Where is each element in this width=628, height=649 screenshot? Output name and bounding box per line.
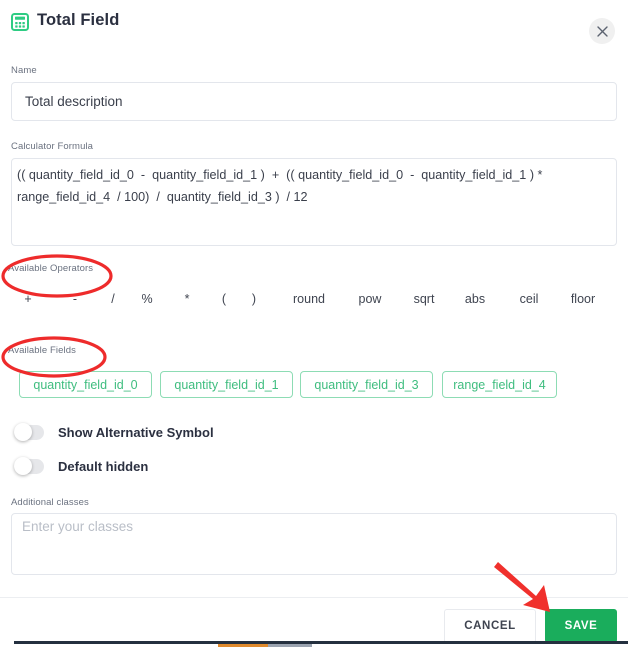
available-fields-label: Available Fields <box>8 345 76 356</box>
additional-classes-placeholder: Enter your classes <box>22 519 134 534</box>
default-hidden-row: Default hidden <box>14 455 148 477</box>
available-fields-row: quantity_field_id_0 quantity_field_id_1 qu… <box>0 371 628 399</box>
operator-3[interactable]: % <box>141 292 152 306</box>
close-icon <box>596 25 608 37</box>
operator-10[interactable]: abs <box>465 292 485 306</box>
default-hidden-label: Default hidden <box>58 458 149 474</box>
show-alternative-symbol-toggle[interactable] <box>14 423 44 441</box>
available-operators-row: + - /% * () round pow sqrt abs ceil floor <box>0 292 628 314</box>
operator-9[interactable]: sqrt <box>414 292 435 306</box>
close-button[interactable] <box>589 18 615 44</box>
page-bottom-strip <box>0 641 628 649</box>
operator-5[interactable]: ( <box>222 292 226 306</box>
default-hidden-toggle[interactable] <box>14 457 44 475</box>
field-chip-1[interactable]: quantity_field_id_1 <box>160 371 293 398</box>
operator-4[interactable]: * <box>185 292 190 306</box>
save-button[interactable]: SAVE <box>545 609 617 643</box>
name-input-value: Total description <box>25 94 123 109</box>
show-alternative-symbol-row: Show Alternative Symbol <box>14 421 214 443</box>
field-chip-3[interactable]: range_field_id_4 <box>442 371 557 398</box>
calculator-formula-value: (( quantity_field_id_0 - quantity_field_… <box>17 168 546 204</box>
dialog-header: Total Field <box>0 0 628 48</box>
name-label: Name <box>11 65 37 76</box>
cancel-button[interactable]: CANCEL <box>444 609 536 643</box>
bottom-bar-grey <box>268 644 312 647</box>
bottom-bar-dark <box>14 641 628 644</box>
operator-0[interactable]: + <box>24 292 31 306</box>
operator-6[interactable]: ) <box>252 292 256 306</box>
operator-7[interactable]: round <box>293 292 325 306</box>
operator-12[interactable]: floor <box>571 292 595 306</box>
available-operators-label: Available Operators <box>8 263 94 274</box>
toggle-knob <box>14 423 32 441</box>
toggle-knob <box>14 457 32 475</box>
total-field-dialog: Total Field Name Total description Calcu… <box>0 0 628 643</box>
field-chip-2[interactable]: quantity_field_id_3 <box>300 371 433 398</box>
operator-1[interactable]: - <box>73 292 77 306</box>
additional-classes-label: Additional classes <box>11 497 89 508</box>
show-alternative-symbol-label: Show Alternative Symbol <box>58 424 214 440</box>
bottom-bar-orange <box>218 644 268 647</box>
calculator-formula-label: Calculator Formula <box>11 141 94 152</box>
page-title: Total Field <box>37 11 120 29</box>
operator-2[interactable]: / <box>111 292 114 306</box>
operator-11[interactable]: ceil <box>520 292 539 306</box>
field-chip-0[interactable]: quantity_field_id_0 <box>19 371 152 398</box>
operator-8[interactable]: pow <box>359 292 382 306</box>
dialog-footer: CANCEL SAVE <box>0 597 628 643</box>
calculator-icon <box>11 13 29 31</box>
